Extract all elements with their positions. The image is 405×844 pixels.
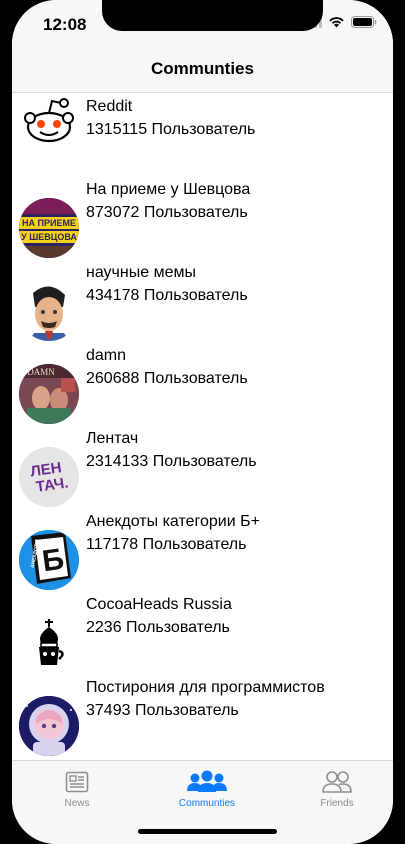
tab-news-label: News xyxy=(64,798,90,809)
community-name: CocoaHeads Russia xyxy=(86,596,232,613)
list-item[interactable]: DAMN damn 260688 Пользователь xyxy=(12,342,393,425)
damn-cover-icon: DAMN xyxy=(19,364,79,424)
reddit-logo-icon xyxy=(19,93,79,151)
community-name: научные мемы xyxy=(86,264,196,281)
member-count: 2314133 Пользователь xyxy=(86,453,257,470)
list-item[interactable]: ЛЕН ТАЧ. Лентач 2314133 Пользователь xyxy=(12,425,393,508)
member-count: 873072 Пользователь xyxy=(86,204,248,221)
logo-text-line-1: НА ПРИЕМЕ xyxy=(22,218,76,228)
notch xyxy=(102,0,323,31)
tab-friends-label: Friends xyxy=(320,798,354,809)
status-time: 12:08 xyxy=(43,15,87,34)
community-name: На приеме у Шевцова xyxy=(86,181,251,198)
tesla-portrait-icon xyxy=(19,281,79,341)
list-item[interactable]: Б АНЕКДОТЫ Анекдоты категории Б+ 117178 … xyxy=(12,508,393,591)
anekdoty-logo-icon: Б АНЕКДОТЫ xyxy=(19,530,79,590)
screen: 12:08 Communties Reddit 1315115 Пользова… xyxy=(12,0,393,844)
tab-communities-label: Communties xyxy=(178,798,236,809)
tab-news[interactable]: News xyxy=(22,769,132,809)
list-item[interactable]: CocoaHeads Russia 2236 Пользователь xyxy=(12,591,393,674)
shevtsov-logo-icon: НА ПРИЕМЕ У ШЕВЦОВА xyxy=(19,198,79,258)
list-item[interactable]: научные мемы 434178 Пользователь xyxy=(12,259,393,342)
cocoaheads-logo-icon xyxy=(19,613,79,673)
home-indicator[interactable] xyxy=(138,829,277,834)
communities-list[interactable]: Reddit 1315115 Пользователь НА ПРИЕМЕ У … xyxy=(12,93,393,760)
member-count: 434178 Пользователь xyxy=(86,287,248,304)
member-count: 117178 Пользователь xyxy=(86,536,247,553)
tab-communities[interactable]: Communties xyxy=(152,769,262,809)
people-icon xyxy=(187,770,227,792)
navigation-bar: Communties xyxy=(12,46,393,93)
page-title: Communties xyxy=(151,59,254,78)
list-item[interactable]: Reddit 1315115 Пользователь xyxy=(12,93,393,176)
community-name: Лентач xyxy=(86,430,139,447)
friends-icon xyxy=(322,771,352,793)
community-name: damn xyxy=(86,347,127,364)
list-item[interactable]: НА ПРИЕМЕ У ШЕВЦОВА На приеме у Шевцова … xyxy=(12,176,393,259)
battery-icon xyxy=(351,16,377,28)
wifi-icon xyxy=(329,17,344,28)
community-name: Постирония для программистов xyxy=(86,679,325,696)
phone-frame: 12:08 Communties Reddit 1315115 Пользова… xyxy=(0,0,405,844)
member-count: 37493 Пользователь xyxy=(86,702,239,719)
member-count: 260688 Пользователь xyxy=(86,370,248,387)
member-count: 1315115 Пользователь xyxy=(86,121,256,138)
community-name: Reddit xyxy=(86,98,133,115)
lentach-logo-icon: ЛЕН ТАЧ. xyxy=(19,447,79,507)
news-icon xyxy=(65,771,89,793)
tab-friends[interactable]: Friends xyxy=(282,769,392,809)
member-count: 2236 Пользователь xyxy=(86,619,230,636)
damn-logo-text: DAMN xyxy=(27,367,55,377)
logo-text-line-2: У ШЕВЦОВА xyxy=(21,232,77,242)
astronaut-avatar-icon xyxy=(19,696,79,756)
anekdoty-logo-letter: Б xyxy=(40,543,66,579)
list-item[interactable]: Постирония для программистов 37493 Польз… xyxy=(12,674,393,757)
community-name: Анекдоты категории Б+ xyxy=(86,513,260,530)
